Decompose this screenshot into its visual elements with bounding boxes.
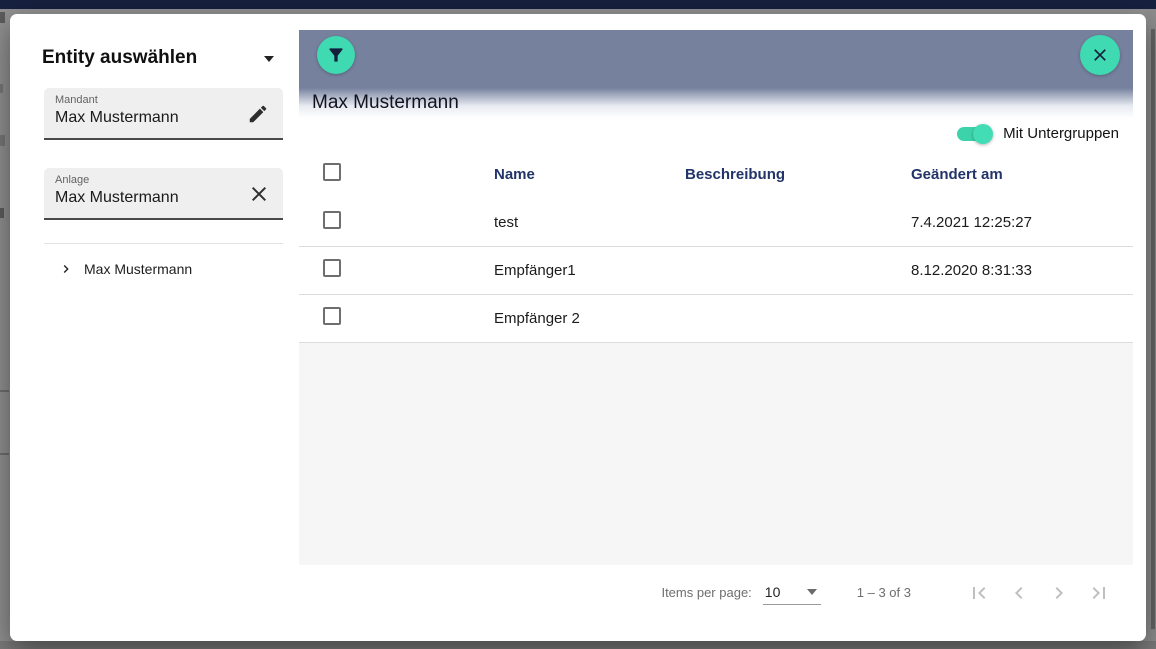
edit-mandant-button[interactable]: [247, 101, 273, 127]
column-header-beschreibung: Beschreibung: [685, 166, 911, 183]
results-title-strip: Max Mustermann: [299, 88, 1133, 118]
filter-button[interactable]: [317, 36, 355, 74]
cell-name: Empfänger 2: [494, 310, 685, 327]
clear-anlage-button[interactable]: [247, 181, 273, 207]
backdrop-fragment: [0, 453, 9, 455]
items-per-page-label: Items per page:: [661, 585, 751, 600]
tree-item-label: Max Mustermann: [84, 261, 192, 277]
backdrop-right: [1146, 9, 1156, 641]
background-scrollbar: [1151, 29, 1155, 629]
page-size-select[interactable]: 10: [763, 581, 821, 605]
background-app-bar: [0, 0, 1156, 9]
table-row[interactable]: Empfänger1 8.12.2020 8:31:33: [299, 247, 1133, 295]
subgroups-toggle-label: Mit Untergruppen: [1003, 125, 1119, 142]
results-panel: Max Mustermann Mit Untergruppen Name Bes…: [299, 30, 1133, 620]
table-empty-area: [299, 343, 1133, 565]
table-row[interactable]: test 7.4.2021 12:25:27: [299, 199, 1133, 247]
left-panel-divider: [44, 243, 283, 244]
entity-select-dialog: Entity auswählen Mandant Max Mustermann …: [10, 14, 1146, 641]
cell-geaendert-am: 8.12.2020 8:31:33: [911, 262, 1133, 279]
pencil-icon: [247, 103, 273, 125]
page-size-value: 10: [765, 584, 781, 600]
table-header-row: Name Beschreibung Geändert am: [299, 149, 1133, 199]
table-row[interactable]: Empfänger 2: [299, 295, 1133, 343]
page-range-label: 1 – 3 of 3: [857, 585, 911, 600]
backdrop-bottom: [0, 641, 1156, 649]
backdrop-fragment: [0, 390, 9, 392]
close-icon: [247, 182, 273, 206]
mandant-field-label: Mandant: [55, 94, 98, 106]
paginator-nav: [951, 581, 1111, 605]
subgroups-toggle-row: Mit Untergruppen: [299, 118, 1133, 149]
cell-geaendert-am: 7.4.2021 12:25:27: [911, 214, 1133, 231]
chevron-right-icon[interactable]: [58, 261, 74, 277]
paginator: Items per page: 10 1 – 3 of 3: [299, 565, 1133, 620]
left-panel-title: Entity auswählen: [42, 47, 197, 69]
close-dialog-button[interactable]: [1080, 35, 1120, 75]
row-checkbox[interactable]: [323, 307, 341, 325]
next-page-button[interactable]: [1047, 581, 1071, 605]
caret-down-icon[interactable]: [262, 54, 276, 64]
close-icon: [1090, 45, 1110, 65]
chevron-left-icon: [1007, 581, 1031, 605]
previous-page-button[interactable]: [1007, 581, 1031, 605]
mandant-field[interactable]: Mandant Max Mustermann: [44, 88, 283, 140]
toggle-thumb: [973, 124, 993, 144]
select-all-checkbox[interactable]: [323, 163, 341, 181]
row-checkbox[interactable]: [323, 211, 341, 229]
cell-name: Empfänger1: [494, 262, 685, 279]
anlage-field-label: Anlage: [55, 174, 89, 186]
column-header-name: Name: [494, 166, 685, 183]
mandant-field-value: Max Mustermann: [55, 109, 179, 127]
backdrop-fragment: [0, 208, 4, 218]
chevron-right-icon: [1047, 581, 1071, 605]
anlage-field[interactable]: Anlage Max Mustermann: [44, 168, 283, 220]
anlage-field-value: Max Mustermann: [55, 189, 179, 207]
first-page-icon: [967, 581, 991, 605]
results-title: Max Mustermann: [312, 92, 459, 114]
cell-name: test: [494, 214, 685, 231]
subgroups-toggle[interactable]: [957, 124, 993, 144]
caret-down-icon: [807, 589, 817, 595]
last-page-button[interactable]: [1087, 581, 1111, 605]
tree-item-max-mustermann[interactable]: Max Mustermann: [44, 254, 283, 284]
backdrop-fragment: [0, 12, 5, 23]
results-table: Name Beschreibung Geändert am test 7.4.2…: [299, 149, 1133, 343]
last-page-icon: [1087, 581, 1111, 605]
backdrop-fragment: [0, 135, 5, 146]
filter-icon: [326, 45, 346, 65]
column-header-geaendert-am: Geändert am: [911, 166, 1133, 183]
first-page-button[interactable]: [967, 581, 991, 605]
results-header-bar: [299, 30, 1133, 88]
row-checkbox[interactable]: [323, 259, 341, 277]
backdrop-fragment: [0, 84, 3, 93]
